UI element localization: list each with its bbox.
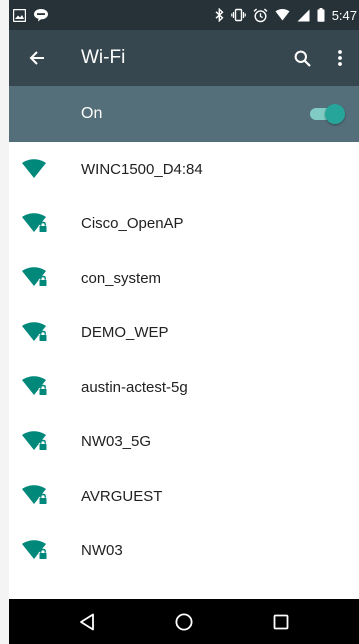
network-list: WINC1500_D4:84 Cisco_OpenAP con_system D… — [9, 142, 359, 634]
wifi-lock-icon — [22, 213, 48, 233]
wifi-icon-container — [9, 251, 81, 305]
network-name: NW03 — [81, 542, 123, 560]
talk-icon — [34, 9, 48, 22]
status-time: 5:47 — [331, 7, 357, 23]
wifi-icon-container — [9, 197, 81, 251]
toggle-thumb — [325, 104, 345, 124]
more-vert-icon — [338, 50, 342, 66]
phone-screen: 5:47 Wi-Fi On WINC1500_D4:84 Cisco_OpenA… — [9, 0, 359, 644]
home-circle-icon — [175, 613, 193, 630]
wifi-icon-container — [9, 306, 81, 360]
nav-home-button[interactable] — [159, 599, 209, 644]
network-name: Cisco_OpenAP — [81, 215, 184, 233]
network-item[interactable]: AVRGUEST — [9, 469, 359, 524]
nav-back-button[interactable] — [62, 599, 112, 644]
battery-icon — [317, 8, 325, 22]
navigation-bar — [9, 599, 359, 644]
wifi-switch-label: On — [81, 105, 103, 122]
network-item[interactable]: WINC1500_D4:84 — [9, 142, 359, 197]
image-icon — [13, 8, 26, 22]
wifi-lock-icon — [22, 267, 48, 288]
wifi-icon-container — [9, 360, 81, 414]
network-item[interactable]: Cisco_OpenAP — [9, 197, 359, 252]
bluetooth-icon — [215, 8, 224, 22]
device-frame: 5:47 Wi-Fi On WINC1500_D4:84 Cisco_OpenA… — [0, 0, 359, 644]
search-button[interactable] — [283, 30, 321, 86]
back-triangle-icon — [80, 613, 95, 630]
wifi-lock-icon — [22, 322, 48, 342]
wifi-icon-container — [9, 415, 81, 469]
network-item[interactable]: NW03 — [9, 524, 359, 579]
arrow-left-icon — [29, 51, 44, 65]
status-right-icons: 5:47 — [215, 8, 357, 23]
network-name: con_system — [81, 269, 162, 287]
app-bar: Wi-Fi — [9, 30, 359, 86]
search-icon — [294, 50, 311, 67]
wifi-lock-icon — [22, 431, 48, 451]
wifi-icon-container — [9, 142, 81, 196]
network-name: austin-actest-5g — [81, 378, 188, 396]
status-bar: 5:47 — [9, 0, 359, 30]
more-options-button[interactable] — [321, 30, 359, 86]
wifi-lock-icon — [22, 540, 48, 560]
wifi-icon-container — [9, 469, 81, 523]
wifi-switch-bar[interactable]: On — [9, 86, 359, 142]
alarm-icon — [253, 7, 268, 22]
network-name: AVRGUEST — [81, 487, 163, 505]
cell-signal-icon — [297, 9, 310, 21]
wifi-signal-icon — [275, 9, 290, 21]
network-item[interactable]: austin-actest-5g — [9, 360, 359, 415]
wifi-toggle[interactable] — [309, 104, 345, 124]
network-item[interactable]: con_system — [9, 251, 359, 306]
nav-recents-button[interactable] — [256, 599, 306, 644]
wifi-icon — [22, 159, 46, 179]
vibrate-icon — [230, 8, 246, 22]
wifi-lock-icon — [22, 485, 48, 506]
network-item[interactable]: DEMO_WEP — [9, 306, 359, 361]
wifi-lock-icon — [22, 376, 48, 397]
recents-square-icon — [273, 614, 289, 629]
wifi-icon-container — [9, 524, 81, 578]
page-title: Wi-Fi — [81, 47, 126, 68]
network-name: WINC1500_D4:84 — [81, 160, 203, 178]
network-name: NW03_5G — [81, 433, 152, 451]
network-item[interactable]: NW03_5G — [9, 415, 359, 470]
status-left-icons — [13, 8, 49, 22]
back-button[interactable] — [9, 30, 65, 86]
network-name: DEMO_WEP — [81, 324, 169, 342]
